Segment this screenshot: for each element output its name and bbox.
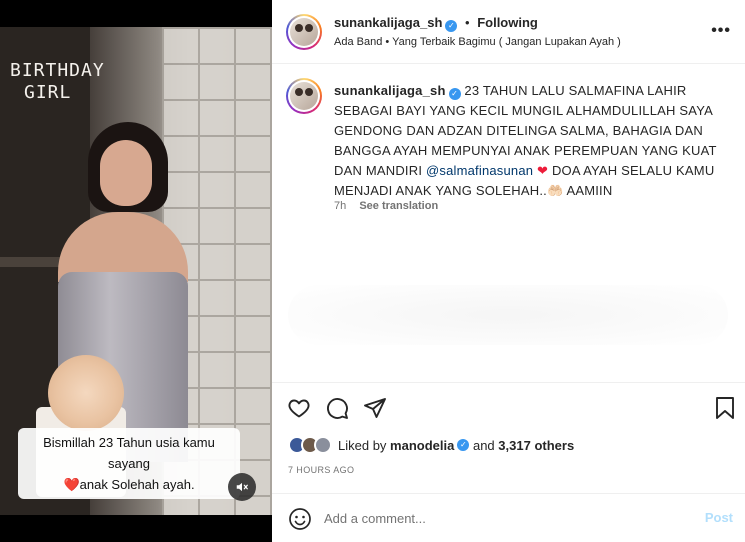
praying-hands-emoji: 🤲🏻 — [546, 183, 564, 198]
post-header: sunankalijaga_sh ✓ • Following Ada Band •… — [272, 0, 745, 64]
heart-icon — [288, 399, 310, 418]
see-translation-button[interactable]: See translation — [359, 200, 438, 212]
likes-and-label: and — [472, 437, 495, 453]
author-avatar[interactable] — [286, 14, 322, 50]
overlay-line-1: BIRTHDAY — [10, 60, 105, 81]
liker-avatars[interactable] — [288, 436, 332, 454]
avatar-image — [290, 18, 318, 46]
audio-track[interactable]: Ada Band • Yang Terbaik Bagimu ( Jangan … — [334, 36, 621, 48]
overlay-line-2: GIRL — [24, 82, 72, 103]
following-button[interactable]: Following — [477, 15, 538, 30]
audio-title[interactable]: Yang Terbaik Bagimu ( Jangan Lupakan Aya… — [392, 36, 621, 48]
caption-meta: 7h See translation — [334, 200, 438, 212]
comment-input[interactable] — [324, 504, 684, 532]
red-heart-emoji: ❤ — [537, 163, 549, 178]
video-caption-line-1: Bismillah 23 Tahun usia kamu sayang — [43, 435, 215, 471]
caption-age[interactable]: 7h — [334, 200, 346, 212]
liked-by-label: Liked by — [338, 437, 387, 453]
paper-plane-icon — [364, 398, 386, 418]
comments-area[interactable]: sunankalijaga_sh ✓ 23 TAHUN LALU SALMAFIN… — [272, 65, 745, 381]
post-timestamp[interactable]: 7 HOURS AGO — [288, 465, 354, 475]
post-caption: sunankalijaga_sh ✓ 23 TAHUN LALU SALMAFIN… — [334, 81, 734, 201]
caption-text-3: AAMIIN — [563, 183, 613, 198]
loading-placeholder — [288, 285, 728, 345]
verified-badge-icon: ✓ — [445, 20, 458, 32]
post-comment-button[interactable]: Post — [705, 510, 733, 525]
separator-dot: • — [465, 15, 470, 30]
cake-flower — [48, 355, 124, 431]
audio-artist[interactable]: Ada Band — [334, 36, 382, 48]
comment-icon — [327, 398, 348, 419]
liker-username[interactable]: manodelia — [390, 438, 454, 453]
post-media[interactable]: BIRTHDAY GIRL Bismillah 23 Tahun usia ka… — [0, 0, 272, 542]
video-caption: Bismillah 23 Tahun usia kamu sayang ❤️an… — [18, 428, 240, 499]
action-bar — [272, 382, 745, 434]
likes-summary: Liked by manodelia ✓ and 3,317 others — [288, 434, 574, 456]
video-caption-line-2: anak Solehah ayah. — [79, 477, 195, 492]
share-button[interactable] — [362, 395, 388, 421]
more-options-icon[interactable]: ••• — [711, 22, 731, 40]
post-sidebar: sunankalijaga_sh ✓ • Following Ada Band •… — [272, 0, 745, 542]
heart-emoji-icon: ❤️ — [63, 477, 80, 492]
bookmark-icon — [716, 397, 734, 419]
caption-mention-link[interactable]: @salmafinasunan — [426, 163, 533, 178]
caption-author-avatar[interactable] — [286, 78, 322, 114]
comment-button[interactable] — [324, 395, 350, 421]
verified-badge-icon: ✓ — [448, 88, 461, 100]
birthday-overlay-text: BIRTHDAY GIRL — [10, 60, 105, 104]
like-button[interactable] — [286, 395, 312, 421]
header-title-row: sunankalijaga_sh ✓ • Following — [334, 15, 538, 32]
add-comment-bar: Post — [272, 493, 745, 542]
mute-button[interactable] — [228, 473, 256, 501]
audio-separator: • — [385, 36, 390, 48]
likes-count-link[interactable]: 3,317 others — [498, 438, 574, 453]
speaker-muted-icon — [236, 482, 248, 492]
emoji-icon[interactable] — [288, 507, 312, 531]
liker-avatar — [314, 436, 332, 454]
caption-username[interactable]: sunankalijaga_sh — [334, 83, 446, 98]
save-button[interactable] — [712, 395, 738, 421]
author-username[interactable]: sunankalijaga_sh — [334, 15, 442, 30]
verified-badge-icon: ✓ — [457, 439, 470, 451]
